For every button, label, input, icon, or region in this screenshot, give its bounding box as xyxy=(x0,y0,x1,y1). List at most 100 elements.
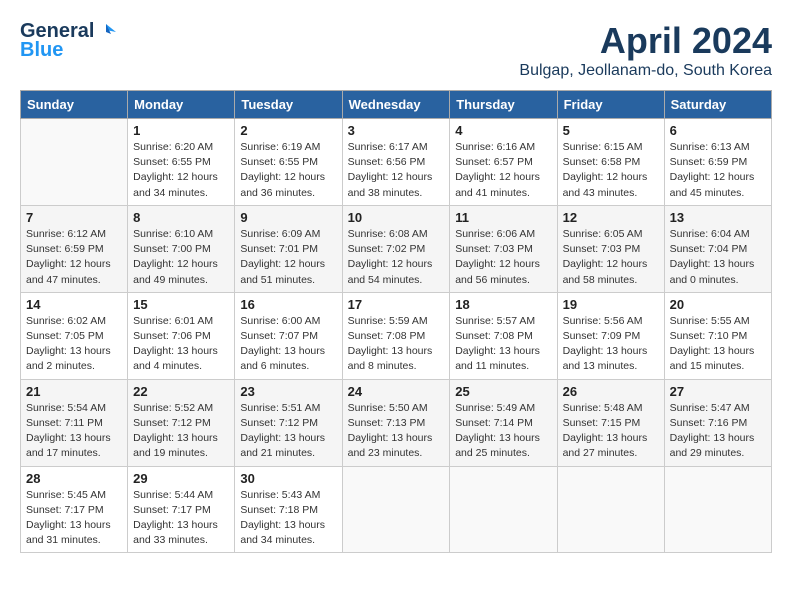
calendar-cell: 23 Sunrise: 5:51 AMSunset: 7:12 PMDayligh… xyxy=(235,379,342,466)
day-number: 15 xyxy=(133,297,229,312)
day-info: Sunrise: 6:09 AMSunset: 7:01 PMDaylight:… xyxy=(240,227,336,288)
calendar-cell xyxy=(557,466,664,553)
day-number: 10 xyxy=(348,210,445,225)
calendar-cell: 9Sunrise: 6:09 AMSunset: 7:01 PMDaylight… xyxy=(235,205,342,292)
day-info: Sunrise: 6:16 AMSunset: 6:57 PMDaylight:… xyxy=(455,140,551,201)
day-number: 30 xyxy=(240,471,336,486)
weekday-header-tuesday: Tuesday xyxy=(235,91,342,119)
day-number: 6 xyxy=(670,123,766,138)
calendar-week-4: 21 Sunrise: 5:54 AMSunset: 7:11 PMDayligh… xyxy=(21,379,772,466)
day-number: 22 xyxy=(133,384,229,399)
calendar-cell xyxy=(21,119,128,206)
day-info: Sunrise: 6:19 AMSunset: 6:55 PMDaylight:… xyxy=(240,140,336,201)
calendar-cell: 6 Sunrise: 6:13 AMSunset: 6:59 PMDaylight… xyxy=(664,119,771,206)
calendar-cell: 25 Sunrise: 5:49 AMSunset: 7:14 PMDayligh… xyxy=(450,379,557,466)
calendar-cell: 3 Sunrise: 6:17 AMSunset: 6:56 PMDaylight… xyxy=(342,119,450,206)
calendar-cell xyxy=(664,466,771,553)
weekday-header-monday: Monday xyxy=(128,91,235,119)
calendar-cell: 29 Sunrise: 5:44 AMSunset: 7:17 PMDayligh… xyxy=(128,466,235,553)
day-info: Sunrise: 6:13 AMSunset: 6:59 PMDaylight:… xyxy=(670,140,766,201)
day-number: 3 xyxy=(348,123,445,138)
calendar-cell: 24 Sunrise: 5:50 AMSunset: 7:13 PMDayligh… xyxy=(342,379,450,466)
calendar-cell: 7 Sunrise: 6:12 AMSunset: 6:59 PMDaylight… xyxy=(21,205,128,292)
day-number: 7 xyxy=(26,210,122,225)
page-header: General Blue April 2024 Bulgap, Jeollana… xyxy=(20,20,772,80)
day-info: Sunrise: 5:54 AMSunset: 7:11 PMDaylight:… xyxy=(26,401,122,462)
calendar-cell: 16Sunrise: 6:00 AMSunset: 7:07 PMDayligh… xyxy=(235,292,342,379)
logo-bird-icon xyxy=(96,22,116,42)
logo: General Blue xyxy=(20,20,116,62)
day-number: 13 xyxy=(670,210,766,225)
day-number: 2 xyxy=(240,123,336,138)
calendar-week-1: 1 Sunrise: 6:20 AMSunset: 6:55 PMDaylight… xyxy=(21,119,772,206)
day-number: 25 xyxy=(455,384,551,399)
calendar-week-5: 28Sunrise: 5:45 AMSunset: 7:17 PMDayligh… xyxy=(21,466,772,553)
calendar-cell xyxy=(450,466,557,553)
day-info: Sunrise: 6:20 AMSunset: 6:55 PMDaylight:… xyxy=(133,140,229,201)
day-info: Sunrise: 5:48 AMSunset: 7:15 PMDaylight:… xyxy=(563,401,659,462)
calendar-cell: 17 Sunrise: 5:59 AMSunset: 7:08 PMDayligh… xyxy=(342,292,450,379)
day-number: 29 xyxy=(133,471,229,486)
main-title: April 2024 xyxy=(519,20,772,62)
day-info: Sunrise: 6:05 AMSunset: 7:03 PMDaylight:… xyxy=(563,227,659,288)
day-info: Sunrise: 5:43 AMSunset: 7:18 PMDaylight:… xyxy=(240,488,336,549)
day-number: 21 xyxy=(26,384,122,399)
day-info: Sunrise: 6:06 AMSunset: 7:03 PMDaylight:… xyxy=(455,227,551,288)
calendar-cell: 2 Sunrise: 6:19 AMSunset: 6:55 PMDaylight… xyxy=(235,119,342,206)
subtitle: Bulgap, Jeollanam-do, South Korea xyxy=(519,62,772,80)
day-info: Sunrise: 5:51 AMSunset: 7:12 PMDaylight:… xyxy=(240,401,336,462)
day-number: 16 xyxy=(240,297,336,312)
day-info: Sunrise: 5:44 AMSunset: 7:17 PMDaylight:… xyxy=(133,488,229,549)
weekday-header-saturday: Saturday xyxy=(664,91,771,119)
calendar-cell: 30 Sunrise: 5:43 AMSunset: 7:18 PMDayligh… xyxy=(235,466,342,553)
day-number: 23 xyxy=(240,384,336,399)
calendar-cell: 5 Sunrise: 6:15 AMSunset: 6:58 PMDaylight… xyxy=(557,119,664,206)
calendar-week-3: 14Sunrise: 6:02 AMSunset: 7:05 PMDayligh… xyxy=(21,292,772,379)
calendar-cell: 10Sunrise: 6:08 AMSunset: 7:02 PMDayligh… xyxy=(342,205,450,292)
calendar-cell: 4Sunrise: 6:16 AMSunset: 6:57 PMDaylight… xyxy=(450,119,557,206)
day-number: 12 xyxy=(563,210,659,225)
day-number: 1 xyxy=(133,123,229,138)
day-info: Sunrise: 6:17 AMSunset: 6:56 PMDaylight:… xyxy=(348,140,445,201)
day-info: Sunrise: 5:55 AMSunset: 7:10 PMDaylight:… xyxy=(670,314,766,375)
day-number: 24 xyxy=(348,384,445,399)
calendar-cell: 26Sunrise: 5:48 AMSunset: 7:15 PMDayligh… xyxy=(557,379,664,466)
calendar-week-2: 7 Sunrise: 6:12 AMSunset: 6:59 PMDaylight… xyxy=(21,205,772,292)
day-info: Sunrise: 6:15 AMSunset: 6:58 PMDaylight:… xyxy=(563,140,659,201)
day-number: 5 xyxy=(563,123,659,138)
day-number: 27 xyxy=(670,384,766,399)
calendar-cell: 1 Sunrise: 6:20 AMSunset: 6:55 PMDaylight… xyxy=(128,119,235,206)
day-number: 17 xyxy=(348,297,445,312)
calendar-cell: 28Sunrise: 5:45 AMSunset: 7:17 PMDayligh… xyxy=(21,466,128,553)
day-info: Sunrise: 5:56 AMSunset: 7:09 PMDaylight:… xyxy=(563,314,659,375)
day-number: 8 xyxy=(133,210,229,225)
calendar-cell: 12 Sunrise: 6:05 AMSunset: 7:03 PMDayligh… xyxy=(557,205,664,292)
calendar-cell: 11 Sunrise: 6:06 AMSunset: 7:03 PMDayligh… xyxy=(450,205,557,292)
calendar-table: SundayMondayTuesdayWednesdayThursdayFrid… xyxy=(20,90,772,553)
day-number: 28 xyxy=(26,471,122,486)
day-number: 18 xyxy=(455,297,551,312)
calendar-cell: 15Sunrise: 6:01 AMSunset: 7:06 PMDayligh… xyxy=(128,292,235,379)
day-info: Sunrise: 6:04 AMSunset: 7:04 PMDaylight:… xyxy=(670,227,766,288)
calendar-header-row: SundayMondayTuesdayWednesdayThursdayFrid… xyxy=(21,91,772,119)
day-info: Sunrise: 5:47 AMSunset: 7:16 PMDaylight:… xyxy=(670,401,766,462)
calendar-cell: 19Sunrise: 5:56 AMSunset: 7:09 PMDayligh… xyxy=(557,292,664,379)
day-info: Sunrise: 6:12 AMSunset: 6:59 PMDaylight:… xyxy=(26,227,122,288)
weekday-header-wednesday: Wednesday xyxy=(342,91,450,119)
weekday-header-thursday: Thursday xyxy=(450,91,557,119)
calendar-cell: 8 Sunrise: 6:10 AMSunset: 7:00 PMDaylight… xyxy=(128,205,235,292)
title-block: April 2024 Bulgap, Jeollanam-do, South K… xyxy=(519,20,772,80)
day-number: 11 xyxy=(455,210,551,225)
day-info: Sunrise: 5:59 AMSunset: 7:08 PMDaylight:… xyxy=(348,314,445,375)
day-info: Sunrise: 5:50 AMSunset: 7:13 PMDaylight:… xyxy=(348,401,445,462)
calendar-cell: 21 Sunrise: 5:54 AMSunset: 7:11 PMDayligh… xyxy=(21,379,128,466)
calendar-cell xyxy=(342,466,450,553)
day-info: Sunrise: 6:02 AMSunset: 7:05 PMDaylight:… xyxy=(26,314,122,375)
day-info: Sunrise: 5:49 AMSunset: 7:14 PMDaylight:… xyxy=(455,401,551,462)
calendar-cell: 20Sunrise: 5:55 AMSunset: 7:10 PMDayligh… xyxy=(664,292,771,379)
calendar-cell: 27 Sunrise: 5:47 AMSunset: 7:16 PMDayligh… xyxy=(664,379,771,466)
day-info: Sunrise: 6:10 AMSunset: 7:00 PMDaylight:… xyxy=(133,227,229,288)
weekday-header-friday: Friday xyxy=(557,91,664,119)
logo-blue: Blue xyxy=(20,39,63,62)
calendar-cell: 14Sunrise: 6:02 AMSunset: 7:05 PMDayligh… xyxy=(21,292,128,379)
